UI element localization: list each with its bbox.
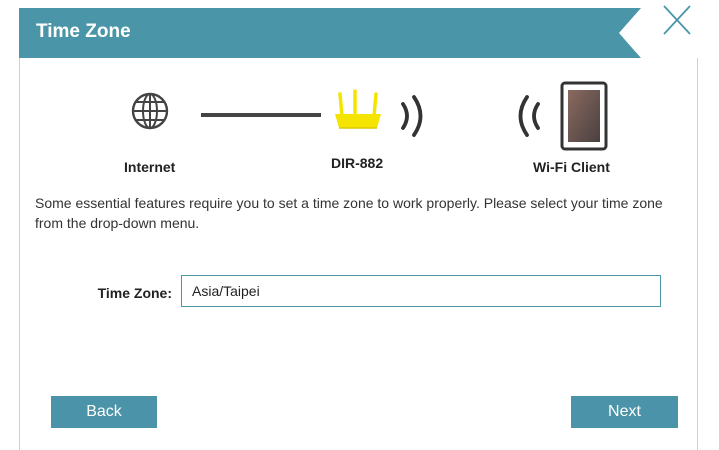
time-zone-label: Time Zone: bbox=[97, 285, 172, 301]
connection-line bbox=[201, 113, 321, 117]
tablet-icon bbox=[560, 81, 608, 151]
close-icon bbox=[663, 5, 691, 35]
internet-label: Internet bbox=[124, 159, 176, 175]
client-label: Wi-Fi Client bbox=[533, 159, 610, 175]
back-button[interactable]: Back bbox=[51, 396, 157, 428]
time-zone-dialog: Time Zone Internet DIR-882 Wi-Fi Client … bbox=[0, 0, 719, 450]
wifi-signal-in-icon bbox=[518, 95, 540, 137]
router-icon bbox=[335, 89, 381, 129]
router-label: DIR-882 bbox=[331, 155, 384, 171]
wifi-signal-out-icon bbox=[401, 95, 423, 137]
dialog-left-border bbox=[19, 58, 20, 450]
dialog-header: Time Zone bbox=[19, 8, 641, 58]
dialog-right-border bbox=[697, 58, 698, 450]
dialog-title: Time Zone bbox=[36, 21, 131, 42]
description-text: Some essential features require you to s… bbox=[35, 195, 663, 231]
time-zone-select[interactable]: Asia/Taipei bbox=[181, 275, 661, 307]
next-button[interactable]: Next bbox=[571, 396, 678, 428]
close-button[interactable] bbox=[656, 2, 698, 42]
globe-icon bbox=[131, 92, 169, 130]
